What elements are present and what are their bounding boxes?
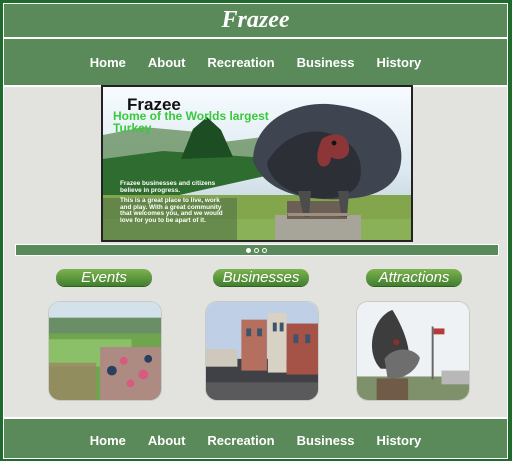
footer-navigation: Home About Recreation Business History bbox=[4, 417, 507, 458]
attractions-photo[interactable] bbox=[356, 301, 470, 401]
nav-history[interactable]: History bbox=[376, 55, 421, 70]
hero-slideshow[interactable]: Frazee Home of the Worlds largest Turkey… bbox=[101, 85, 413, 242]
slide-dot-1[interactable] bbox=[246, 248, 251, 253]
footer-nav-recreation[interactable]: Recreation bbox=[207, 433, 274, 448]
main-navigation: Home About Recreation Business History bbox=[4, 39, 507, 87]
site-header: Frazee bbox=[4, 4, 507, 39]
events-photo[interactable] bbox=[48, 301, 162, 401]
hero-paragraphs: Frazee businesses and citizens believe i… bbox=[120, 180, 232, 225]
footer-nav-history[interactable]: History bbox=[376, 433, 421, 448]
businesses-photo[interactable] bbox=[205, 301, 319, 401]
hero-paragraph-1: Frazee businesses and citizens believe i… bbox=[120, 180, 216, 194]
page-frame: Frazee Home About Recreation Business Hi… bbox=[3, 3, 508, 459]
footer-nav-about[interactable]: About bbox=[148, 433, 186, 448]
hero-paragraph-2: This is a great place to live, work and … bbox=[120, 197, 223, 224]
site-title: Frazee bbox=[221, 7, 290, 33]
attractions-button[interactable]: Attractions bbox=[366, 269, 462, 286]
nav-home[interactable]: Home bbox=[90, 55, 126, 70]
footer-nav-business[interactable]: Business bbox=[297, 433, 355, 448]
nav-about[interactable]: About bbox=[148, 55, 186, 70]
businesses-button[interactable]: Businesses bbox=[213, 269, 309, 286]
footer-nav-home[interactable]: Home bbox=[90, 433, 126, 448]
slide-dot-2[interactable] bbox=[254, 248, 259, 253]
slide-dot-3[interactable] bbox=[262, 248, 267, 253]
hero-subtitle: Home of the Worlds largest Turkey bbox=[113, 109, 269, 135]
nav-recreation[interactable]: Recreation bbox=[207, 55, 274, 70]
slide-dots bbox=[246, 248, 267, 253]
nav-business[interactable]: Business bbox=[297, 55, 355, 70]
events-button[interactable]: Events bbox=[56, 269, 152, 286]
